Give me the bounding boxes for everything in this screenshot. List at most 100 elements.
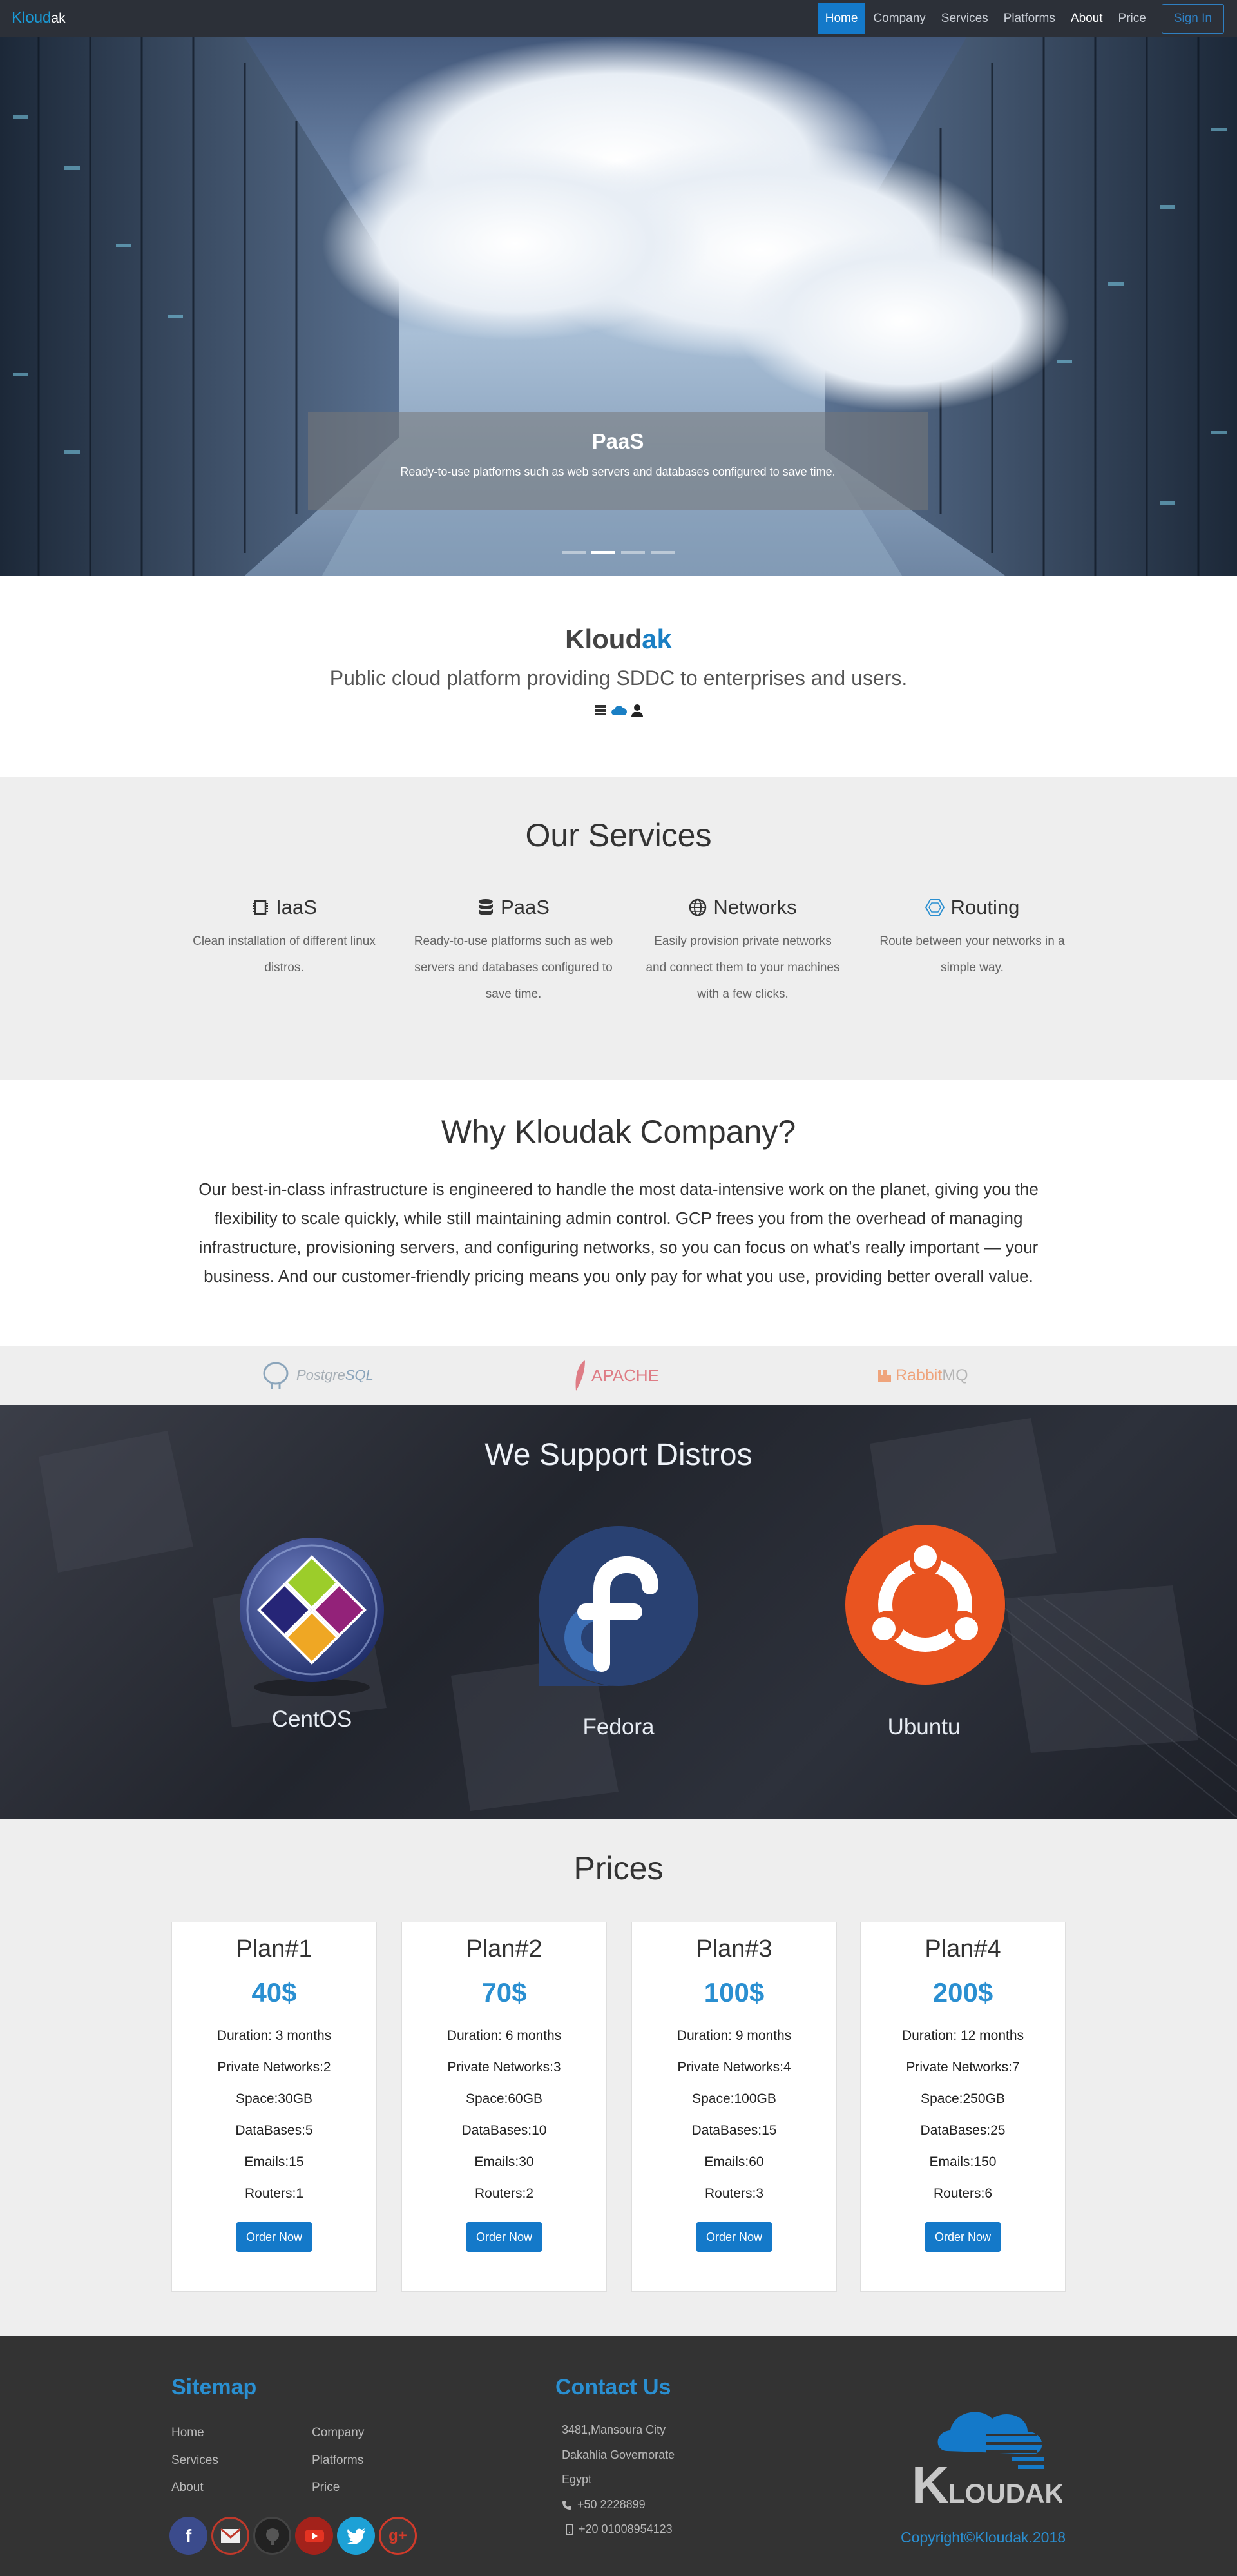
plan-feature: Duration: 3 months xyxy=(216,2028,332,2043)
caption-title: PaaS xyxy=(591,429,644,453)
elephant-icon xyxy=(263,1362,289,1389)
twitter-icon[interactable] xyxy=(337,2517,375,2555)
service-text: Ready-to-use platforms such as web serve… xyxy=(414,935,613,1001)
plan-feature: DataBases:10 xyxy=(461,2123,547,2138)
phone-icon xyxy=(562,2500,571,2510)
apache-text: APACHE xyxy=(591,1365,659,1385)
intro-title-part2: ak xyxy=(642,624,672,654)
service-routing: Routing Route between your networks in a… xyxy=(858,896,1087,1007)
nav-price[interactable]: Price xyxy=(1111,3,1154,34)
intro-section: Kloudak Public cloud platform providing … xyxy=(0,576,1237,777)
plan-feature: Private Networks:7 xyxy=(906,2060,1020,2075)
carousel-indicator-3[interactable] xyxy=(621,551,645,554)
plan-feature: Emails:150 xyxy=(929,2155,997,2169)
plan-feature: Private Networks:2 xyxy=(217,2060,331,2075)
plan-name: Plan#2 xyxy=(466,1935,542,1962)
nav-home[interactable]: Home xyxy=(817,3,866,34)
service-text: Clean installation of different linux di… xyxy=(193,935,376,974)
hero-carousel[interactable]: PaaS Ready-to-use platforms such as web … xyxy=(0,37,1237,576)
footer-link-about[interactable]: About xyxy=(171,2481,204,2495)
plan-feature: Space:60GB xyxy=(465,2091,543,2106)
postgres-text-b: SQL xyxy=(345,1367,374,1383)
rabbit-text-a: Rabbit xyxy=(896,1366,943,1384)
plan-feature: Duration: 9 months xyxy=(676,2028,792,2043)
service-iaas: IaaS Clean installation of different lin… xyxy=(169,896,399,1007)
order-now-button[interactable]: Order Now xyxy=(925,2222,1001,2252)
plan-card: Plan#3 100$ Duration: 9 months Private N… xyxy=(631,1922,837,2292)
plan-feature: Emails:15 xyxy=(244,2155,304,2169)
footer-link-services[interactable]: Services xyxy=(171,2454,218,2468)
phone-line: +50 2228899 xyxy=(562,2498,646,2512)
server-icon xyxy=(595,705,606,715)
ubuntu-icon xyxy=(845,1525,1005,1685)
carousel-caption: PaaS Ready-to-use platforms such as web … xyxy=(308,412,928,510)
user-icon xyxy=(631,704,643,717)
plan-price: 70$ xyxy=(481,1977,527,2008)
carousel-indicators xyxy=(562,551,675,554)
plan-price: 40$ xyxy=(251,1977,297,2008)
navbar: Kloudak Home Company Services Platforms … xyxy=(0,0,1237,37)
intro-title-part1: Kloud xyxy=(565,624,642,654)
nav-services[interactable]: Services xyxy=(934,3,996,34)
plan-feature: Emails:30 xyxy=(474,2155,534,2169)
nav-menu: Home Company Services Platforms About Pr… xyxy=(817,3,1224,34)
footer-logo-text-k: K xyxy=(912,2456,949,2513)
facebook-icon[interactable]: f xyxy=(169,2517,207,2555)
service-networks: Networks Easily provision private networ… xyxy=(628,896,858,1007)
plan-card: Plan#4 200$ Duration: 12 months Private … xyxy=(860,1922,1066,2292)
footer-link-home[interactable]: Home xyxy=(171,2426,204,2440)
signin-button[interactable]: Sign In xyxy=(1161,4,1224,34)
rabbitmq-logo: RabbitMQ xyxy=(877,1359,968,1392)
services-section: Our Services IaaS Clean installation of … xyxy=(0,777,1237,1080)
footer-link-price[interactable]: Price xyxy=(312,2481,340,2495)
chip-icon xyxy=(253,900,269,915)
contact-title: Contact Us xyxy=(555,2375,671,2399)
plan-features: Duration: 12 months Private Networks:7 S… xyxy=(861,2020,1065,2209)
footer-link-platforms[interactable]: Platforms xyxy=(312,2454,363,2468)
plan-feature: Routers:2 xyxy=(474,2186,534,2201)
plan-feature: Routers:3 xyxy=(704,2186,764,2201)
intro-subtitle: Public cloud platform providing SDDC to … xyxy=(329,666,908,690)
carousel-indicator-2[interactable] xyxy=(591,551,615,554)
gmail-icon[interactable] xyxy=(211,2517,249,2555)
youtube-icon[interactable] xyxy=(295,2517,333,2555)
plan-feature: Duration: 12 months xyxy=(901,2028,1024,2043)
intro-icons xyxy=(0,702,1237,719)
nav-company[interactable]: Company xyxy=(865,3,933,34)
footer-link-company[interactable]: Company xyxy=(312,2426,364,2440)
service-text: Easily provision private networks and co… xyxy=(646,935,840,1001)
feather-icon xyxy=(575,1360,585,1391)
plan-features: Duration: 9 months Private Networks:4 Sp… xyxy=(632,2020,836,2209)
routing-icon xyxy=(925,899,945,916)
order-now-button[interactable]: Order Now xyxy=(466,2222,542,2252)
nav-platforms[interactable]: Platforms xyxy=(996,3,1063,34)
plan-card: Plan#2 70$ Duration: 6 months Private Ne… xyxy=(401,1922,607,2292)
fedora-icon xyxy=(539,1526,698,1686)
order-now-button[interactable]: Order Now xyxy=(696,2222,772,2252)
plan-feature: Duration: 6 months xyxy=(446,2028,562,2043)
address-line: Dakahlia Governorate xyxy=(562,2448,675,2461)
distro-label-centos: CentOS xyxy=(271,1707,352,1732)
mobile-number: +20 01008954123 xyxy=(579,2523,673,2535)
database-icon xyxy=(479,899,494,915)
services-list: IaaS Clean installation of different lin… xyxy=(169,896,1087,1007)
postgres-text-a: Postgre xyxy=(296,1367,345,1383)
prices-title: Prices xyxy=(573,1850,664,1886)
copyright: Copyright©Kloudak.2018 xyxy=(901,2529,1066,2546)
google-plus-icon[interactable]: g+ xyxy=(379,2517,417,2555)
github-icon[interactable] xyxy=(253,2517,291,2555)
plan-card: Plan#1 40$ Duration: 3 months Private Ne… xyxy=(171,1922,377,2292)
brand-logo[interactable]: Kloudak xyxy=(12,9,66,27)
carousel-indicator-1[interactable] xyxy=(562,551,586,554)
plan-price: 100$ xyxy=(704,1977,765,2008)
nav-about[interactable]: About xyxy=(1063,3,1111,34)
order-now-button[interactable]: Order Now xyxy=(236,2222,312,2252)
carousel-indicator-4[interactable] xyxy=(651,551,675,554)
service-name: PaaS xyxy=(501,896,550,918)
brand-part1: Kloud xyxy=(12,9,52,26)
plan-name: Plan#3 xyxy=(696,1935,772,1962)
why-text: Our best-in-class infrastructure is engi… xyxy=(198,1179,1039,1286)
distros-title: We Support Distros xyxy=(484,1438,753,1472)
social-links: f g+ xyxy=(169,2517,417,2555)
rabbit-text-b: MQ xyxy=(942,1366,968,1384)
